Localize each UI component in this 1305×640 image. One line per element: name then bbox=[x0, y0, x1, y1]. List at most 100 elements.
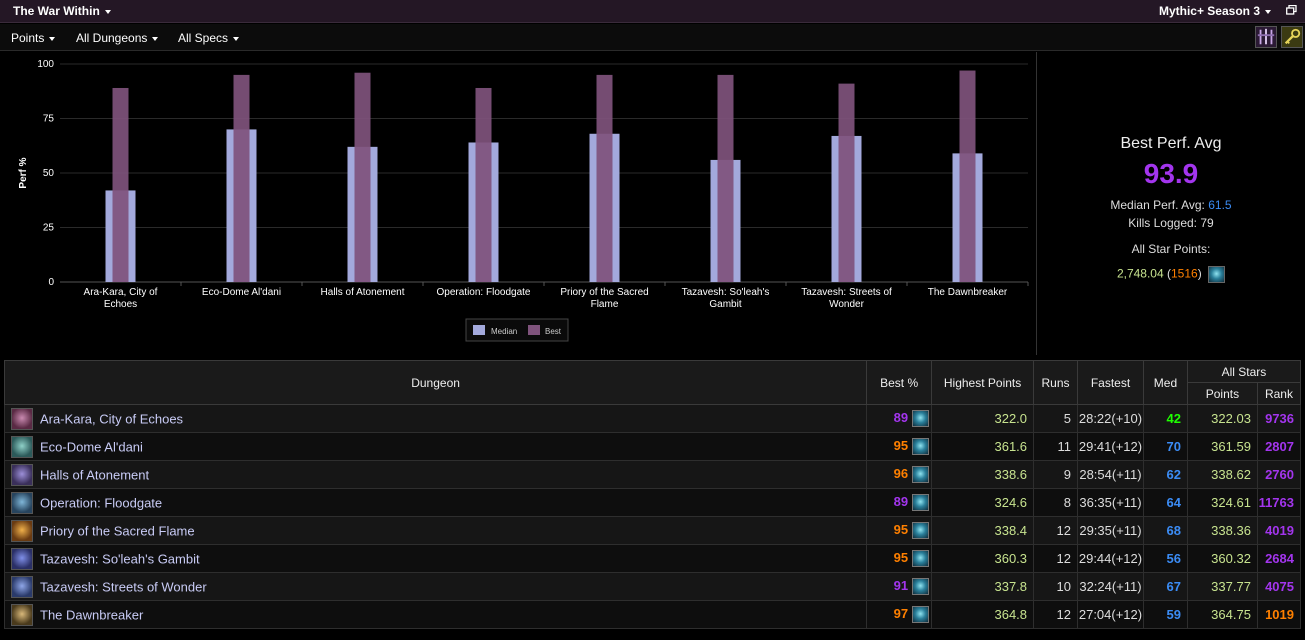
season-dropdown[interactable]: Mythic+ Season 3 bbox=[1159, 4, 1271, 18]
best-percent-cell: 96 bbox=[866, 460, 933, 489]
allstar-points-cell: 338.36 bbox=[1186, 516, 1258, 545]
best-percent-cell: 91 bbox=[866, 572, 933, 601]
metric-dropdown[interactable]: Points bbox=[11, 31, 56, 45]
fastest-cell: 28:54(+11) bbox=[1077, 460, 1144, 489]
table-row: Tazavesh: Streets of Wonder 91 337.8 10 32:2… bbox=[3, 572, 1302, 601]
allstar-points-cell: 360.32 bbox=[1186, 544, 1258, 573]
x-tick-label-line: Operation: Floodgate bbox=[437, 287, 531, 298]
frost-spec-icon[interactable] bbox=[912, 522, 930, 540]
dungeon-cell: Halls of Atonement bbox=[3, 460, 868, 489]
runs-cell: 11 bbox=[1033, 432, 1078, 461]
allstar-points-cell: 338.62 bbox=[1186, 460, 1258, 489]
x-tick-label: Tazavesh: Streets of Wonder bbox=[801, 287, 892, 310]
table-row: Tazavesh: So'leah's Gambit 95 360.3 12 29:44… bbox=[3, 544, 1302, 573]
col-highest[interactable]: Highest Points bbox=[931, 360, 1035, 405]
dungeon-filter-dropdown[interactable]: All Dungeons bbox=[76, 31, 159, 45]
col-med[interactable]: Med bbox=[1142, 360, 1188, 405]
best-percent-cell: 89 bbox=[866, 404, 933, 433]
dungeon-link[interactable]: Priory of the Sacred Flame bbox=[40, 523, 195, 538]
allstar-points-cell: 322.03 bbox=[1186, 404, 1258, 433]
col-runs[interactable]: Runs bbox=[1033, 360, 1078, 405]
legend-best-label: Best bbox=[545, 327, 562, 336]
dungeon-link[interactable]: Halls of Atonement bbox=[40, 467, 149, 482]
table-row: Ara-Kara, City of Echoes 89 322.0 5 28:22(+1… bbox=[3, 404, 1302, 433]
frost-spec-icon[interactable] bbox=[912, 410, 930, 428]
legend-median-swatch bbox=[473, 325, 485, 335]
median-cell: 67 bbox=[1142, 572, 1188, 601]
dungeon-table-container: Dungeon Best % Highest Points Runs Faste… bbox=[3, 360, 1302, 632]
frost-spec-icon[interactable] bbox=[1208, 266, 1226, 283]
expansion-label: The War Within bbox=[13, 4, 100, 18]
dungeon-link[interactable]: Eco-Dome Al'dani bbox=[40, 439, 143, 454]
fastest-cell: 29:44(+12) bbox=[1077, 544, 1144, 573]
table-row: Eco-Dome Al'dani 95 361.6 11 29:41(+12) 70 361… bbox=[3, 432, 1302, 461]
x-tick-label-line: Eco-Dome Al'dani bbox=[202, 287, 281, 298]
frost-spec-icon[interactable] bbox=[912, 550, 930, 568]
frost-spec-icon[interactable] bbox=[912, 578, 930, 596]
frost-spec-icon[interactable] bbox=[912, 606, 930, 624]
x-tick-label: Halls of Atonement bbox=[321, 287, 405, 298]
allstar-points-cell: 337.77 bbox=[1186, 572, 1258, 601]
median-perf-value: 61.5 bbox=[1208, 198, 1232, 212]
x-tick-label: Operation: Floodgate bbox=[437, 287, 531, 298]
median-perf-row: Median Perf. Avg: 61.5 bbox=[1037, 198, 1305, 212]
allstar-rank-cell: 1019 bbox=[1256, 600, 1302, 629]
x-tick-label-line: Priory of the Sacred bbox=[560, 287, 648, 298]
frost-spec-icon[interactable] bbox=[912, 438, 930, 456]
x-tick-label: Ara-Kara, City of Echoes bbox=[84, 287, 158, 310]
chevron-down-icon bbox=[104, 9, 111, 14]
expansion-dropdown[interactable]: The War Within bbox=[13, 4, 111, 18]
allstar-points-value: 2,748.04 bbox=[1116, 266, 1164, 281]
best-percent-cell: 95 bbox=[866, 516, 933, 545]
dungeon-table-body: Ara-Kara, City of Echoes 89 322.0 5 28:22(+1… bbox=[3, 404, 1302, 629]
col-best[interactable]: Best % bbox=[866, 360, 933, 405]
keystone-icon[interactable] bbox=[1281, 26, 1303, 48]
best-percent-value: 96 bbox=[893, 465, 909, 481]
x-tick-label-line: Wonder bbox=[829, 299, 865, 310]
dungeon-link[interactable]: Operation: Floodgate bbox=[40, 495, 162, 510]
highest-points-cell: 337.8 bbox=[931, 572, 1035, 601]
best-percent-value: 97 bbox=[893, 605, 909, 621]
restore-window-icon[interactable] bbox=[1286, 5, 1297, 15]
col-dungeon[interactable]: Dungeon bbox=[3, 360, 868, 405]
legend-best-swatch bbox=[528, 325, 540, 335]
allstar-row: 2,748.04 (1516) bbox=[1037, 266, 1305, 283]
dawnbreaker-icon bbox=[11, 603, 33, 626]
season-label: Mythic+ Season 3 bbox=[1158, 4, 1260, 18]
y-axis-label: Perf % bbox=[18, 157, 29, 188]
col-allstar-rank[interactable]: Rank bbox=[1256, 382, 1302, 405]
runs-cell: 12 bbox=[1033, 516, 1078, 545]
best-percent-cell: 89 bbox=[866, 488, 933, 517]
kills-label: Kills Logged: bbox=[1128, 216, 1197, 230]
runs-cell: 5 bbox=[1033, 404, 1078, 433]
dungeon-link[interactable]: Ara-Kara, City of Echoes bbox=[40, 411, 183, 426]
col-allstar-points[interactable]: Points bbox=[1186, 382, 1258, 405]
legend-median-label: Median bbox=[491, 327, 517, 336]
armory-icon[interactable] bbox=[1255, 26, 1277, 48]
runs-cell: 8 bbox=[1033, 488, 1078, 517]
best-percent-value: 95 bbox=[893, 437, 909, 453]
allstar-rank-cell: 4075 bbox=[1256, 572, 1302, 601]
x-tick-label-line: Ara-Kara, City of bbox=[84, 287, 158, 298]
y-tick-label: 75 bbox=[43, 114, 55, 125]
dungeon-cell: Tazavesh: Streets of Wonder bbox=[3, 572, 868, 601]
performance-bar-chart: 0255075100Perf %Ara-Kara, City of EchoesE… bbox=[18, 59, 1029, 342]
dungeon-link[interactable]: The Dawnbreaker bbox=[40, 607, 143, 622]
x-tick-label-line: Flame bbox=[591, 299, 619, 310]
frost-spec-icon[interactable] bbox=[912, 466, 930, 484]
best-bar bbox=[959, 70, 976, 282]
x-tick-label-line: Tazavesh: Streets of bbox=[801, 287, 892, 298]
kills-row: Kills Logged: 79 bbox=[1037, 216, 1305, 230]
runs-cell: 9 bbox=[1033, 460, 1078, 489]
spec-filter-dropdown[interactable]: All Specs bbox=[178, 31, 240, 45]
x-tick-label-line: Gambit bbox=[709, 299, 741, 310]
dungeon-link[interactable]: Tazavesh: So'leah's Gambit bbox=[40, 551, 200, 566]
spec-filter-label: All Specs bbox=[178, 31, 229, 45]
frost-spec-icon[interactable] bbox=[912, 494, 930, 512]
best-bar bbox=[233, 74, 250, 283]
dungeon-link[interactable]: Tazavesh: Streets of Wonder bbox=[40, 579, 207, 594]
allstar-rank-paren: ) bbox=[1197, 266, 1202, 281]
allstar-points-cell: 361.59 bbox=[1186, 432, 1258, 461]
table-row: Halls of Atonement 96 338.6 9 28:54(+11) 62 33… bbox=[3, 460, 1302, 489]
col-fastest[interactable]: Fastest bbox=[1077, 360, 1144, 405]
